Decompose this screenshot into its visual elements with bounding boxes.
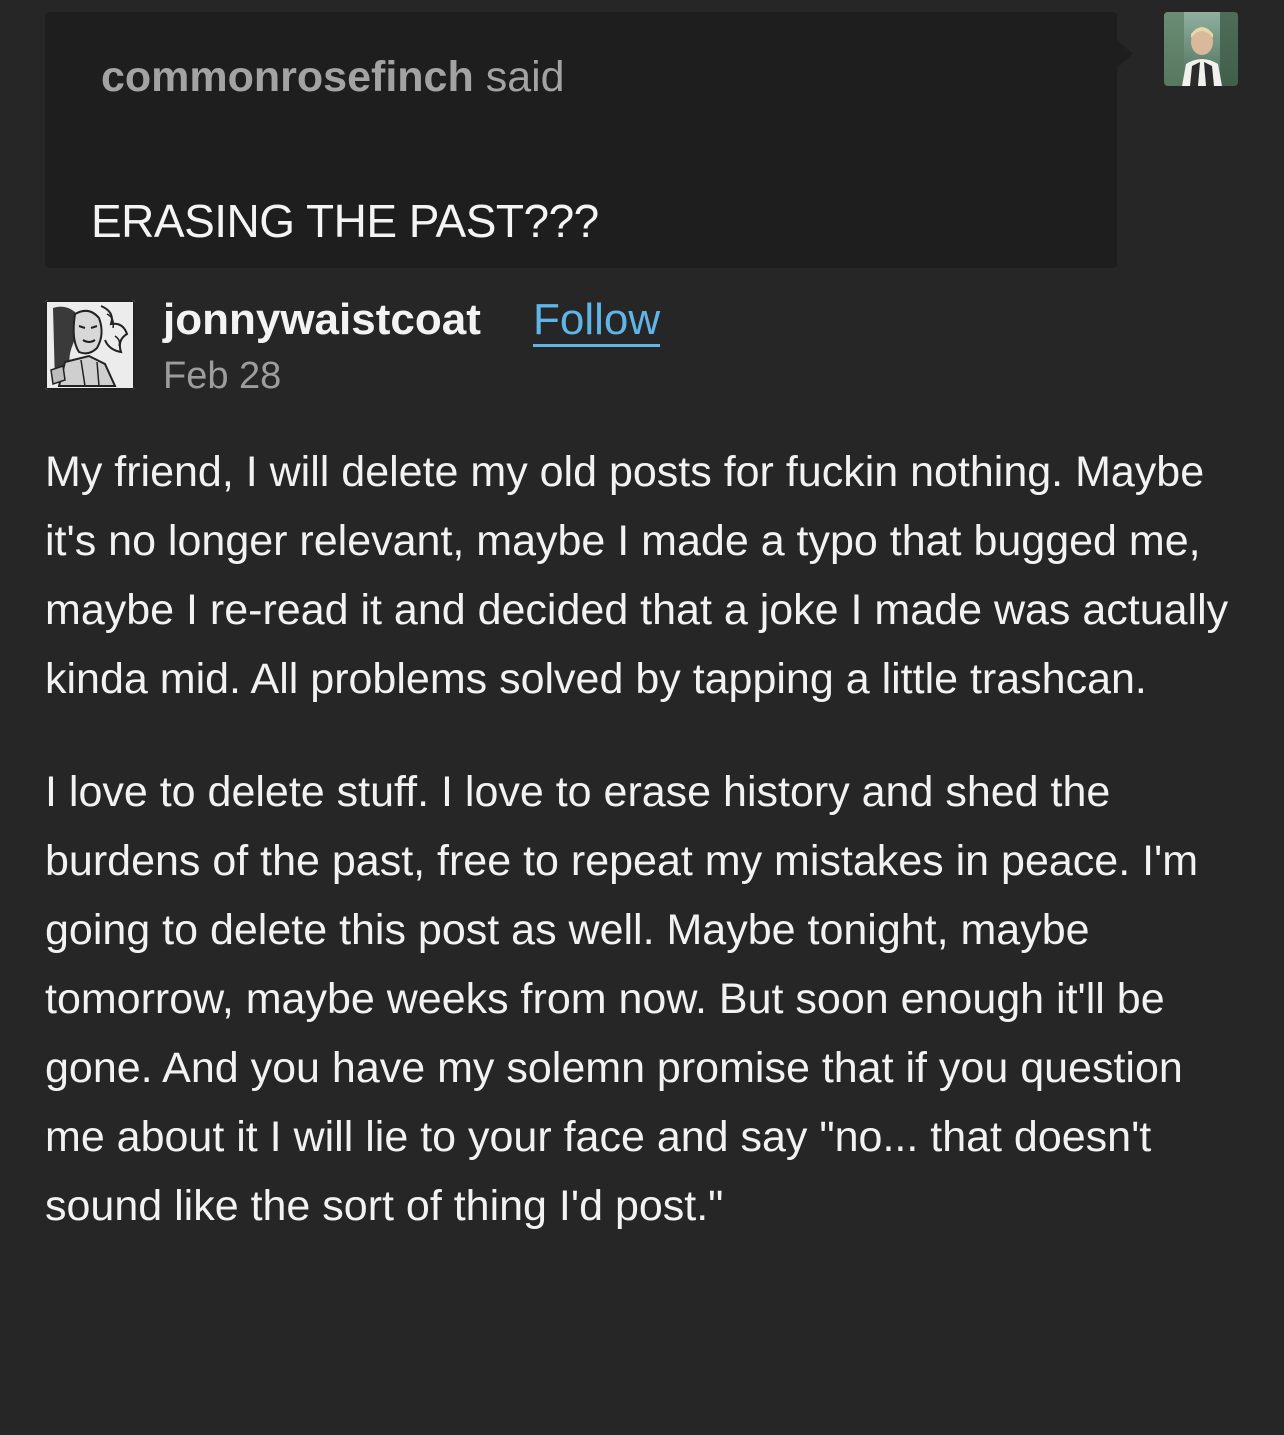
answerer-avatar-image	[45, 300, 135, 390]
asker-avatar[interactable]	[1164, 12, 1238, 86]
follow-button[interactable]: Follow	[533, 298, 661, 347]
asker-line: commonrosefinch said	[101, 56, 565, 99]
asker-name[interactable]: commonrosefinch	[101, 53, 474, 101]
post-paragraph: I love to delete stuff. I love to erase …	[45, 768, 1199, 1230]
post-date: Feb 28	[163, 355, 282, 397]
post-body: My friend, I will delete my old posts fo…	[45, 438, 1245, 1285]
answerer-username[interactable]: jonnywaistcoat	[163, 298, 481, 342]
answerer-avatar[interactable]	[45, 300, 135, 390]
asker-avatar-image	[1164, 12, 1238, 86]
ask-bubble: commonrosefinch said ERASING THE PAST???	[45, 12, 1133, 268]
post-paragraph: My friend, I will delete my old posts fo…	[45, 448, 1229, 703]
said-label: said	[485, 53, 565, 101]
ask-text: ERASING THE PAST???	[91, 195, 599, 247]
